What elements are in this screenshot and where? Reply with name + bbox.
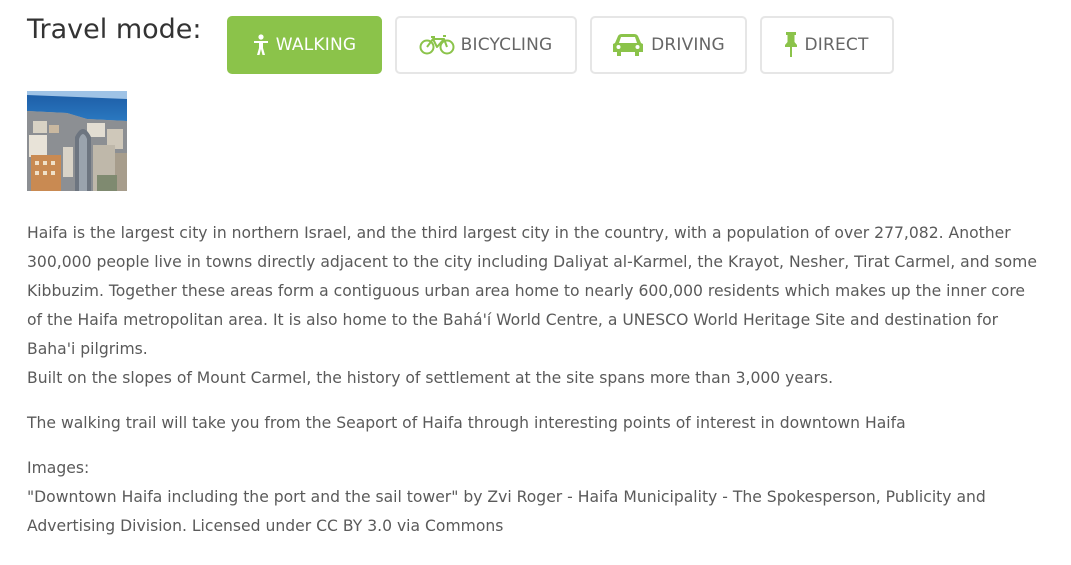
car-icon <box>611 33 645 57</box>
pin-icon <box>784 32 798 58</box>
bicycling-button-label: BICYCLING <box>460 35 553 55</box>
images-heading: Images: <box>27 459 90 477</box>
description-paragraph: Haifa is the largest city in northern Is… <box>27 224 1037 358</box>
travel-mode-bar: Travel mode: WALKING BICYCLING DRIVING D… <box>27 14 907 74</box>
driving-button[interactable]: DRIVING <box>589 16 747 74</box>
walking-person-icon <box>252 34 270 56</box>
description: Haifa is the largest city in northern Is… <box>27 219 1037 541</box>
bicycling-button[interactable]: BICYCLING <box>394 16 577 74</box>
image-credit: "Downtown Haifa including the port and t… <box>27 488 986 535</box>
direct-button[interactable]: DIRECT <box>759 16 894 74</box>
walking-button[interactable]: WALKING <box>226 16 382 74</box>
description-paragraph: Built on the slopes of Mount Carmel, the… <box>27 369 834 387</box>
bicycle-icon <box>419 35 455 55</box>
city-thumbnail <box>27 91 127 191</box>
direct-button-label: DIRECT <box>804 35 869 55</box>
driving-button-label: DRIVING <box>651 35 725 55</box>
walking-button-label: WALKING <box>275 35 357 55</box>
travel-mode-label: Travel mode: <box>27 14 202 45</box>
trail-description: The walking trail will take you from the… <box>27 414 906 432</box>
